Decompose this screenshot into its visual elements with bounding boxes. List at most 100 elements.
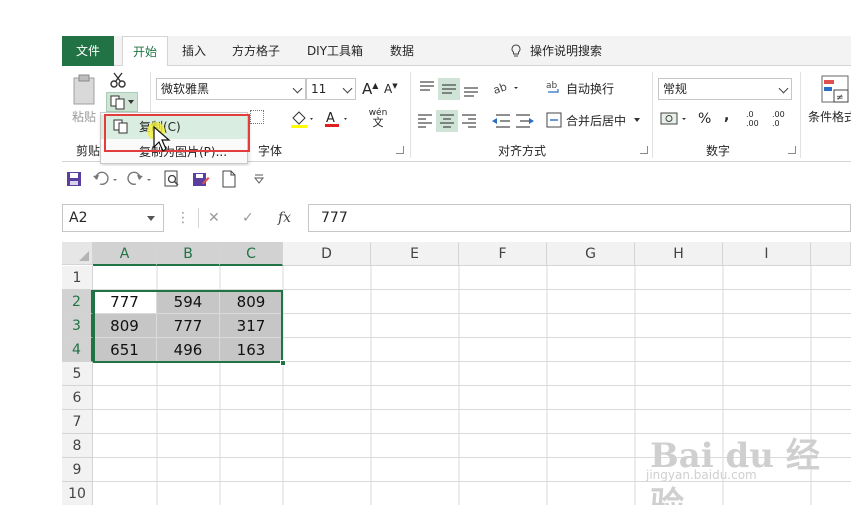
tab-insert[interactable]: 插入: [174, 36, 214, 66]
number-format-value: 常规: [663, 82, 688, 96]
column-header-i[interactable]: I: [723, 242, 811, 266]
indent-icons[interactable]: [490, 110, 536, 132]
comma-button[interactable]: ,: [724, 108, 729, 124]
alignment-group-label: 对齐方式: [498, 144, 547, 158]
phonetic-guide-icon[interactable]: wén 文: [368, 108, 388, 129]
increase-decimal-icon[interactable]: .0 .00: [746, 110, 766, 128]
tab-file[interactable]: 文件: [62, 36, 114, 66]
decrease-decimal-icon[interactable]: .00 .0: [772, 110, 792, 128]
font-color-icon[interactable]: A: [324, 110, 352, 128]
selection-range: [93, 290, 283, 363]
row-header-2[interactable]: 2: [62, 290, 93, 314]
tell-me-label: 操作说明搜索: [530, 44, 603, 58]
worksheet-grid: A B C D E F G H I 1 2 3 4 5 6 7 8 9 10 7…: [62, 242, 851, 505]
cut-icon[interactable]: [110, 72, 126, 88]
row-header-10[interactable]: 10: [62, 482, 93, 505]
font-dialog-launcher-icon[interactable]: [396, 146, 404, 154]
number-dialog-launcher-icon[interactable]: [788, 146, 796, 154]
chevron-down-icon[interactable]: [634, 118, 640, 122]
print-preview-icon[interactable]: [164, 170, 180, 188]
font-size-value: 11: [311, 82, 327, 96]
select-all-corner[interactable]: [62, 242, 93, 265]
chevron-down-icon: [778, 83, 789, 94]
save-icon[interactable]: [66, 171, 82, 187]
decrease-font-icon[interactable]: A▼: [384, 82, 398, 96]
quick-access-toolbar: [62, 166, 851, 192]
alignment-dialog-launcher-icon[interactable]: [640, 146, 648, 154]
column-header-d[interactable]: D: [283, 242, 371, 266]
select-all-triangle-icon: [79, 251, 89, 261]
borders-icon[interactable]: [250, 110, 264, 124]
more-options-icon: ⋮: [176, 210, 190, 226]
svg-text:ab: ab: [492, 80, 509, 97]
row-header-9[interactable]: 9: [62, 458, 93, 482]
row-header-3[interactable]: 3: [62, 314, 93, 338]
svg-text:A: A: [326, 111, 335, 126]
tab-diy-toolbox[interactable]: DIY工具箱: [298, 36, 372, 66]
svg-text:≠: ≠: [836, 93, 844, 103]
new-document-icon[interactable]: [222, 170, 236, 188]
percent-button[interactable]: %: [698, 111, 711, 127]
cancel-icon[interactable]: ✕: [208, 204, 220, 232]
annotation-highlight-box: [104, 114, 250, 152]
copy-button[interactable]: [106, 92, 138, 112]
fill-handle[interactable]: [280, 360, 286, 366]
tab-home[interactable]: 开始: [122, 36, 168, 67]
column-header-c[interactable]: C: [220, 242, 283, 266]
group-divider: [800, 72, 801, 158]
column-header-extra[interactable]: [811, 242, 851, 266]
tab-data[interactable]: 数据: [382, 36, 422, 66]
enter-icon[interactable]: ✓: [242, 204, 254, 232]
formula-input[interactable]: 777: [308, 204, 851, 232]
tab-ffgz[interactable]: 方方格子: [224, 36, 288, 66]
row-header-8[interactable]: 8: [62, 434, 93, 458]
paste-icon[interactable]: [72, 74, 98, 106]
row-header-6[interactable]: 6: [62, 386, 93, 410]
vertical-align-icons[interactable]: [416, 78, 482, 100]
customize-toolbar-icon[interactable]: [254, 174, 264, 184]
redo-icon[interactable]: [126, 171, 154, 187]
wrap-text-button[interactable]: 自动换行: [566, 80, 614, 97]
group-divider: [410, 72, 411, 158]
orientation-icon[interactable]: ab: [492, 78, 522, 98]
watermark-url: jingyan.baidu.com: [646, 468, 757, 482]
insert-function-icon[interactable]: fx: [278, 204, 291, 232]
lightbulb-icon: [511, 44, 521, 57]
merge-center-button[interactable]: 合并后居中: [566, 112, 626, 129]
save-as-icon[interactable]: [192, 170, 210, 188]
paste-label[interactable]: 粘贴: [72, 108, 96, 125]
increase-font-icon[interactable]: A▲: [362, 80, 378, 98]
svg-text:ab: ab: [546, 81, 558, 91]
merge-center-icon[interactable]: [546, 112, 562, 128]
accounting-format-icon[interactable]: [660, 110, 690, 128]
number-group-label: 数字: [706, 144, 731, 158]
chevron-down-icon: [292, 83, 303, 94]
fill-color-icon[interactable]: [290, 110, 316, 128]
copy-icon: [110, 95, 125, 110]
watermark-brand: Bai du 经验: [650, 436, 820, 505]
conditional-formatting-button[interactable]: 条件格式: [808, 108, 851, 125]
row-header-5[interactable]: 5: [62, 362, 93, 386]
column-header-g[interactable]: G: [547, 242, 635, 266]
font-size-dropdown[interactable]: 11: [306, 78, 356, 100]
clipboard-group-label: 剪贴: [76, 144, 101, 158]
conditional-formatting-icon[interactable]: ≠: [820, 74, 850, 104]
mouse-cursor-icon: [147, 122, 171, 152]
horizontal-align-icons[interactable]: [414, 110, 480, 132]
font-name-dropdown[interactable]: 微软雅黑: [156, 78, 306, 100]
column-header-a[interactable]: A: [93, 242, 157, 266]
column-header-f[interactable]: F: [459, 242, 547, 266]
row-header-1[interactable]: 1: [62, 266, 93, 290]
row-header-4[interactable]: 4: [62, 338, 93, 362]
number-format-dropdown[interactable]: 常规: [658, 78, 792, 100]
column-header-b[interactable]: B: [157, 242, 220, 266]
column-header-e[interactable]: E: [371, 242, 459, 266]
divider: [198, 208, 199, 228]
wrap-text-icon[interactable]: ab: [546, 78, 562, 96]
phonetic-char: 文: [372, 116, 384, 129]
undo-icon[interactable]: [92, 171, 120, 187]
name-box[interactable]: A2: [62, 204, 164, 232]
column-header-h[interactable]: H: [635, 242, 723, 266]
tell-me-search[interactable]: 操作说明搜索: [510, 36, 602, 66]
row-header-7[interactable]: 7: [62, 410, 93, 434]
